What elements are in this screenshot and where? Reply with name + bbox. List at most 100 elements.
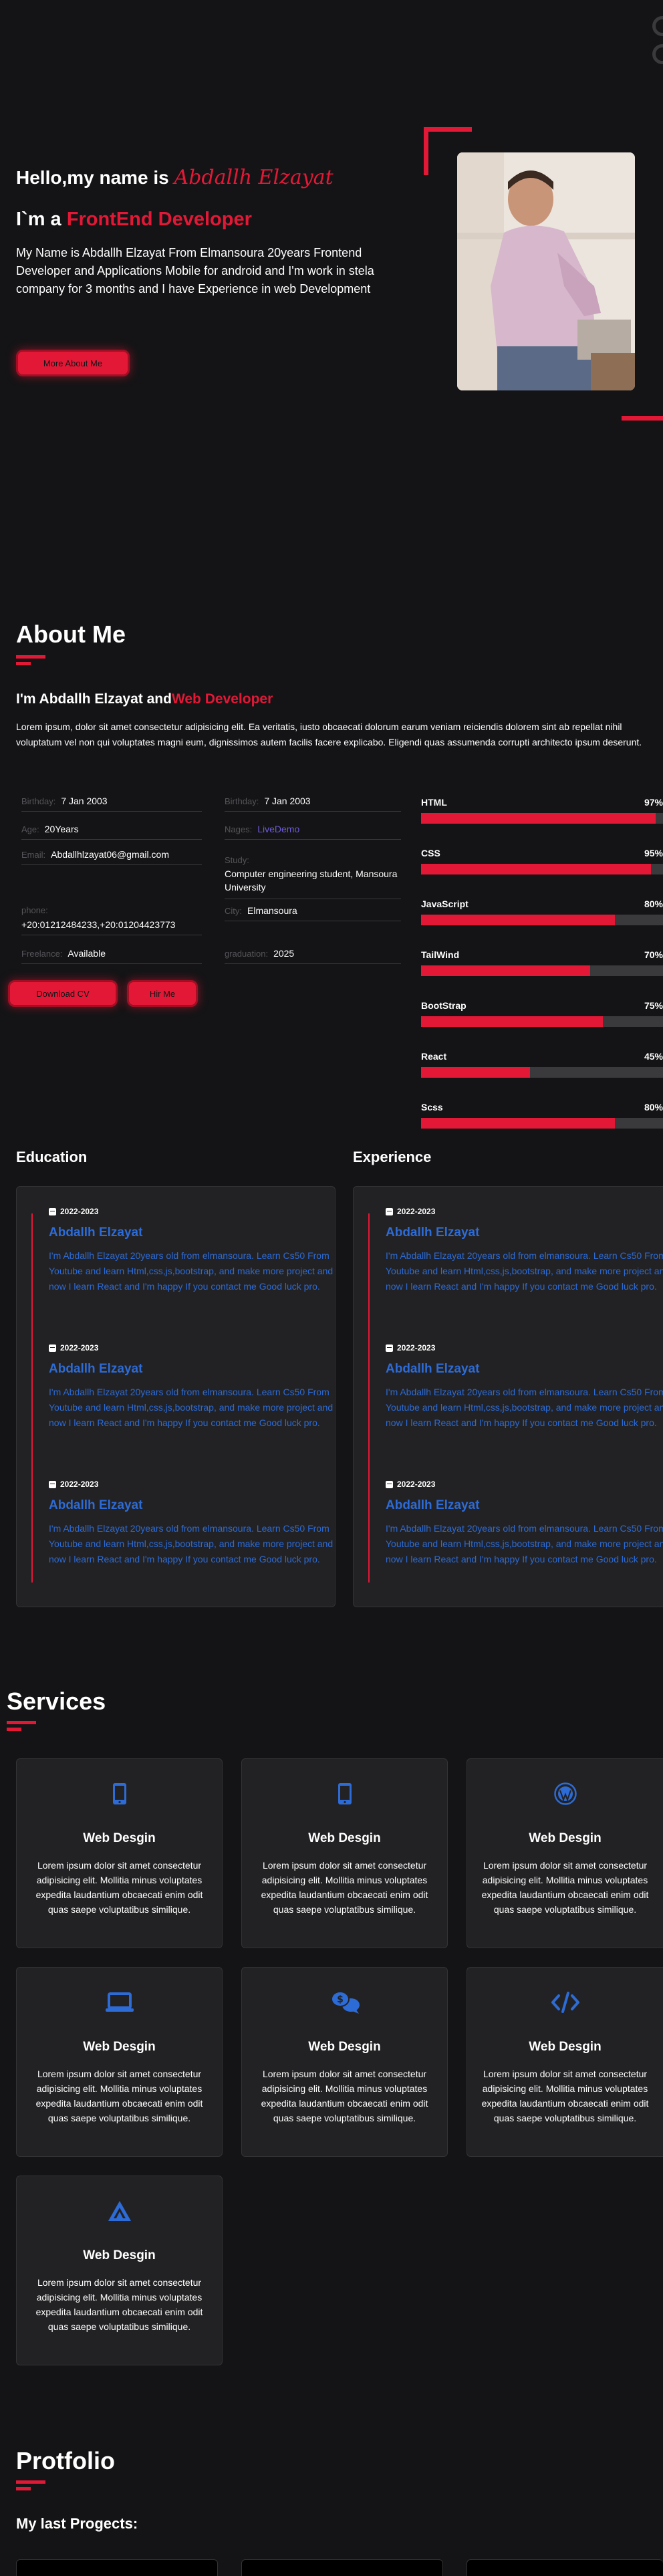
decor-line [622,416,663,421]
timeline-date: 2022-2023 [49,1343,335,1353]
portfolio-title: Protfolio [16,2447,115,2474]
info-key: Email: [21,850,46,860]
portfolio-subtitle: My last Progects: [16,2515,138,2532]
role-prefix: I`m a [16,209,61,230]
service-title: Web Desgin [83,2248,156,2262]
about-text: Lorem ipsum, dolor sit amet consectetur … [16,721,642,747]
timeline-date: 2022-2023 [49,1207,335,1216]
service-card[interactable]: $ Web Desgin Lorem ipsum dolor sit amet … [241,1967,448,2157]
service-text: Lorem ipsum dolor sit amet consectetur a… [261,1860,428,1915]
timeline-name: Abdallh Elzayat [386,1362,480,1376]
timeline-name: Abdallh Elzayat [49,1498,143,1512]
timeline-line [31,1213,33,1583]
download-cv-button[interactable]: Download CV [8,980,118,1007]
info-key: graduation: [225,949,269,959]
title-underline [7,1721,36,1724]
service-card[interactable]: Web Desgin Lorem ipsum dolor sit amet co… [16,1967,223,2157]
calendar-icon [49,1344,56,1352]
skill-percent: 45% [644,1051,663,1062]
calendar-icon [49,1480,56,1488]
timeline-text: I'm Abdallh Elzayat 20years old from elm… [386,1523,663,1564]
skill-row: React 45% [421,1051,663,1080]
title-underline [16,655,45,659]
info-age: Age: 20Years [21,824,202,840]
title-underline [16,2480,45,2484]
calendar-icon [386,1344,393,1352]
education-timeline: 2022-2023 Abdallh Elzayat I'm Abdallh El… [16,1186,336,1607]
photo-frame-corner [424,127,472,132]
timeline-item: 2022-2023 Abdallh Elzayat I'm Abdallh El… [49,1207,335,1294]
skill-name: HTML [421,797,447,808]
info-value: 2025 [273,948,295,959]
skill-row: Scss 80% [421,1102,663,1131]
skill-fill [421,1067,530,1078]
info-key: Birthday: [21,796,56,806]
profile-photo-illustration [457,152,635,390]
skill-track [421,965,663,976]
service-card[interactable]: Web Desgin Lorem ipsum dolor sit amet co… [16,1758,223,1948]
timeline-name: Abdallh Elzayat [386,1225,480,1240]
skill-percent: 70% [644,949,663,960]
skill-track [421,915,663,925]
timeline-text: I'm Abdallh Elzayat 20years old from elm… [49,1387,334,1428]
hero-role: I`m a FrontEnd Developer [16,209,252,231]
skill-percent: 97% [644,797,663,808]
about-subtitle: I'm Abdallh Elzayat andWeb Developer [16,691,273,707]
skill-percent: 80% [644,899,663,909]
service-text: Lorem ipsum dolor sit amet consectetur a… [35,2069,203,2123]
service-card[interactable]: Web Desgin Lorem ipsum dolor sit amet co… [241,1758,448,1948]
portfolio-card[interactable] [241,2559,443,2576]
portfolio-card[interactable] [467,2559,663,2576]
timeline-name: Abdallh Elzayat [49,1362,143,1376]
service-title: Web Desgin [83,2040,156,2054]
info-city: City: Elmansoura [225,905,401,921]
info-freelance: Freelance: Available [21,948,202,964]
skill-fill [421,965,591,976]
skill-track [421,1067,663,1078]
timeline-date: 2022-2023 [49,1480,335,1489]
hero-greeting: Hello,my name is Abdallh Elzayat [16,166,334,189]
info-birthday: Birthday: 7 Jan 2003 [21,796,202,812]
service-text: Lorem ipsum dolor sit amet consectetur a… [481,1860,649,1915]
skill-fill [421,915,615,925]
service-card[interactable]: Web Desgin Lorem ipsum dolor sit amet co… [16,2176,223,2365]
skill-row: BootStrap 75% [421,1000,663,1030]
education-title: Education [16,1149,88,1165]
skill-track [421,864,663,874]
skill-row: CSS 95% [421,848,663,877]
service-card[interactable]: Web Desgin Lorem ipsum dolor sit amet co… [467,1967,663,2157]
timeline-item: 2022-2023 Abdallh Elzayat I'm Abdallh El… [386,1343,663,1431]
about-title: About Me [16,620,126,648]
calendar-icon [386,1207,393,1215]
service-card[interactable]: Web Desgin Lorem ipsum dolor sit amet co… [467,1758,663,1948]
skill-row: TailWind 70% [421,949,663,979]
timeline-text: I'm Abdallh Elzayat 20years old from elm… [386,1387,663,1428]
skill-name: CSS [421,848,440,858]
timeline-text: I'm Abdallh Elzayat 20years old from elm… [49,1250,334,1292]
info-value-link[interactable]: LiveDemo [257,824,299,834]
more-about-me-button[interactable]: More About Me [16,350,130,376]
timeline-text: I'm Abdallh Elzayat 20years old from elm… [49,1523,334,1564]
service-title: Web Desgin [83,1831,156,1845]
info-value[interactable]: +20:01212484233,+20:01204423773 [21,919,202,930]
experience-timeline: 2022-2023 Abdallh Elzayat I'm Abdallh El… [353,1186,663,1607]
skill-track [421,813,663,824]
info-value: Available [68,948,106,959]
wordpress-icon [467,1782,663,1806]
photo-frame-corner [424,127,428,175]
info-value[interactable]: Abdallhlzayat06@gmail.com [51,849,169,860]
skill-fill [421,864,651,874]
skill-name: JavaScript [421,899,469,909]
hero-description: My Name is Abdallh Elzayat From Elmansou… [16,246,374,296]
about-sub-role: Web Developer [171,691,273,707]
portfolio-card[interactable] [16,2559,218,2576]
skill-percent: 80% [644,1102,663,1113]
skill-fill [421,813,656,824]
role-title: FrontEnd Developer [66,209,252,230]
info-value: 20Years [44,824,79,834]
svg-text:$: $ [337,1994,344,2005]
service-title: Web Desgin [308,2040,381,2054]
hire-me-button[interactable]: Hir Me [127,980,198,1007]
skill-track [421,1118,663,1129]
code-icon [467,1990,663,2014]
